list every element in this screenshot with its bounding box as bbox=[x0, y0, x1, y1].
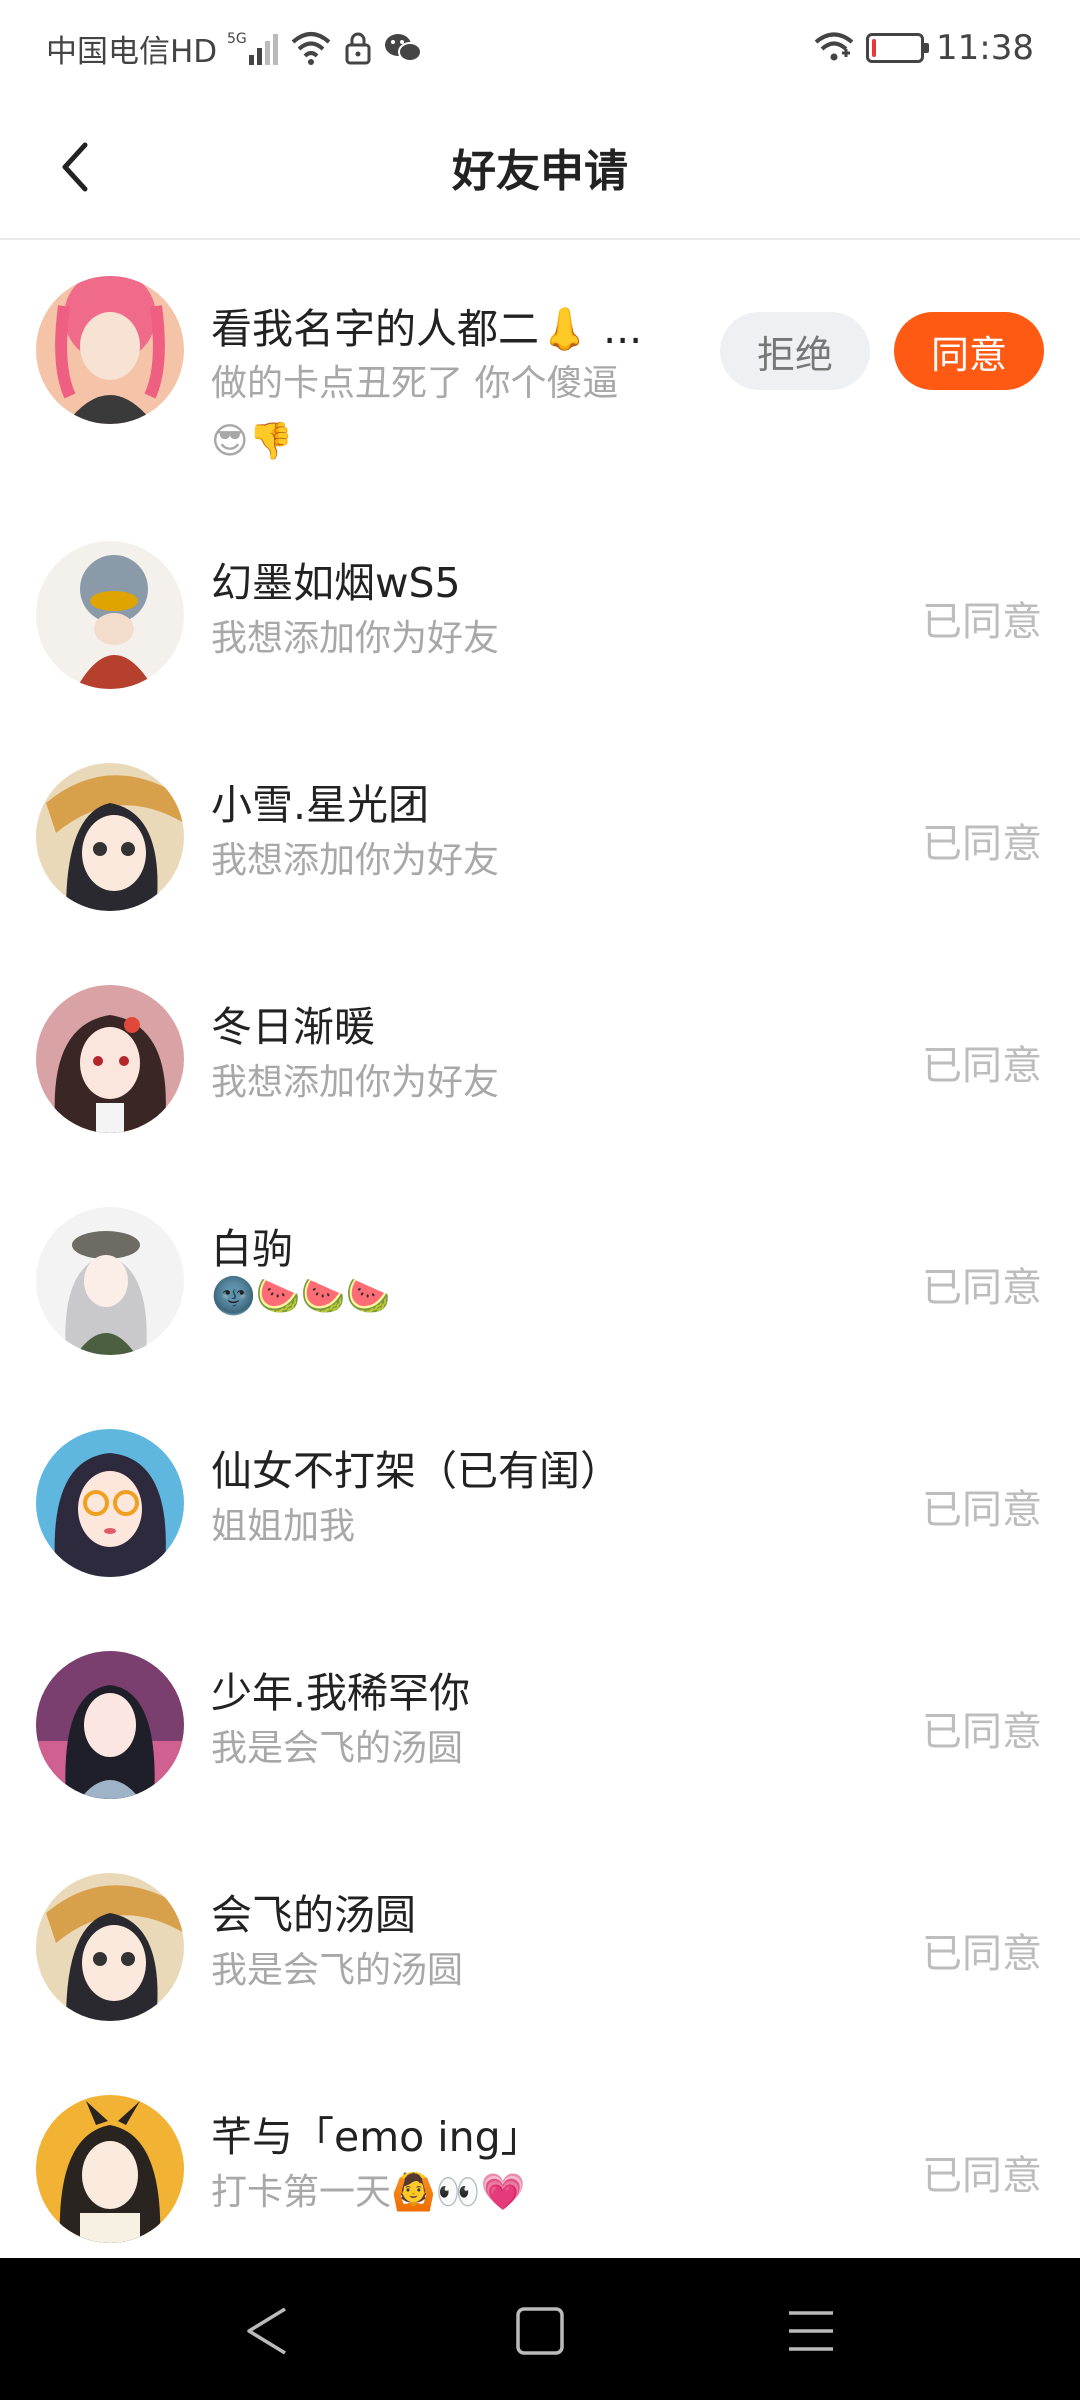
battery-icon bbox=[866, 33, 930, 63]
request-status: 已同意 bbox=[922, 821, 1042, 867]
request-status: 已同意 bbox=[922, 599, 1042, 645]
triangle-back-icon bbox=[247, 2307, 286, 2355]
friend-request-row: 芊与「emo ing」 打卡第一天🙆👀💗 已同意 bbox=[0, 2058, 1080, 2280]
reject-button[interactable]: 拒绝 bbox=[720, 312, 870, 390]
request-status: 已同意 bbox=[922, 1931, 1042, 1977]
status-bar-right: 11:38 bbox=[814, 24, 1034, 72]
requester-name: 看我名字的人都二👃 ... bbox=[211, 305, 643, 353]
request-message: 打卡第一天🙆👀💗 bbox=[211, 2172, 526, 2213]
requester-name: 幻墨如烟wS5 bbox=[211, 559, 461, 607]
requester-name: 芊与「emo ing」 bbox=[211, 2113, 542, 2161]
request-message: 我是会飞的汤圆 bbox=[211, 1950, 464, 1991]
friend-request-row: 小雪.星光团 我想添加你为好友 已同意 bbox=[0, 726, 1080, 948]
wechat-icon bbox=[383, 31, 423, 65]
nav-home-button[interactable] bbox=[507, 2298, 573, 2364]
request-message-text: 做的卡点丑死了 你个傻逼 bbox=[211, 363, 619, 404]
lock-icon bbox=[343, 30, 373, 66]
system-nav-bar bbox=[0, 2258, 1080, 2400]
avatar[interactable] bbox=[36, 2095, 184, 2243]
requester-name: 冬日渐暖 bbox=[211, 1003, 375, 1051]
nav-menu-button[interactable] bbox=[778, 2298, 844, 2364]
avatar[interactable] bbox=[36, 1873, 184, 2021]
avatar[interactable] bbox=[36, 763, 184, 911]
requester-name: 仙女不打架（已有闺） bbox=[211, 1447, 621, 1495]
request-status: 已同意 bbox=[922, 1709, 1042, 1755]
request-message: 姐姐加我 bbox=[211, 1506, 356, 1547]
request-message: 我想添加你为好友 bbox=[211, 840, 500, 881]
request-message: 我是会飞的汤圆 bbox=[211, 1728, 464, 1769]
status-bar: 中国电信HD 5G 11:38 bbox=[0, 0, 1080, 96]
menu-lines-icon bbox=[789, 2311, 833, 2351]
request-message: 我想添加你为好友 bbox=[211, 618, 500, 659]
clock-label: 11:38 bbox=[936, 28, 1034, 68]
square-home-icon bbox=[516, 2307, 564, 2355]
requester-name: 会飞的汤圆 bbox=[211, 1891, 416, 1939]
avatar[interactable] bbox=[36, 541, 184, 689]
friend-request-row: 少年.我稀罕你 我是会飞的汤圆 已同意 bbox=[0, 1614, 1080, 1836]
request-message-emoji: 😎👎 bbox=[211, 421, 294, 462]
avatar[interactable] bbox=[36, 1429, 184, 1577]
request-message: 🌚🍉🍉🍉 bbox=[211, 1276, 391, 1317]
friend-request-row: 会飞的汤圆 我是会飞的汤圆 已同意 bbox=[0, 1836, 1080, 2058]
status-bar-left: 中国电信HD 5G bbox=[46, 24, 423, 72]
friend-request-row: 白驹 🌚🍉🍉🍉 已同意 bbox=[0, 1170, 1080, 1392]
avatar[interactable] bbox=[36, 985, 184, 1133]
avatar[interactable] bbox=[36, 1207, 184, 1355]
accept-button[interactable]: 同意 bbox=[894, 312, 1044, 390]
request-message: 我想添加你为好友 bbox=[211, 1062, 500, 1103]
nav-back-button[interactable] bbox=[234, 2298, 300, 2364]
request-status: 已同意 bbox=[922, 1043, 1042, 1089]
friend-request-row: 冬日渐暖 我想添加你为好友 已同意 bbox=[0, 948, 1080, 1170]
avatar[interactable] bbox=[36, 1651, 184, 1799]
friend-request-row: 幻墨如烟wS5 我想添加你为好友 已同意 bbox=[0, 504, 1080, 726]
request-status: 已同意 bbox=[922, 1487, 1042, 1533]
friend-request-row: 看我名字的人都二👃 ... 做的卡点丑死了 你个傻逼 😎👎 拒绝 同意 bbox=[0, 240, 1080, 504]
request-status: 已同意 bbox=[922, 2153, 1042, 2199]
requester-name: 少年.我稀罕你 bbox=[211, 1669, 471, 1717]
request-status: 已同意 bbox=[922, 1265, 1042, 1311]
network-type-label: 5G bbox=[227, 31, 247, 47]
wifi-call-icon bbox=[814, 31, 854, 65]
battery-level-fill bbox=[872, 39, 877, 57]
requester-name: 小雪.星光团 bbox=[211, 781, 430, 829]
signal-icon: 5G bbox=[227, 29, 279, 67]
requester-name: 白驹 bbox=[211, 1225, 293, 1273]
request-message: 做的卡点丑死了 你个傻逼 😎👎 bbox=[211, 355, 671, 471]
carrier-label: 中国电信HD bbox=[46, 33, 218, 70]
app-header: 好友申请 bbox=[0, 96, 1080, 240]
friend-request-row: 仙女不打架（已有闺） 姐姐加我 已同意 bbox=[0, 1392, 1080, 1614]
friend-request-list: 看我名字的人都二👃 ... 做的卡点丑死了 你个傻逼 😎👎 拒绝 同意 幻墨如烟… bbox=[0, 240, 1080, 2280]
wifi-icon bbox=[289, 30, 333, 66]
avatar[interactable] bbox=[36, 276, 184, 424]
page-title: 好友申请 bbox=[452, 146, 628, 197]
